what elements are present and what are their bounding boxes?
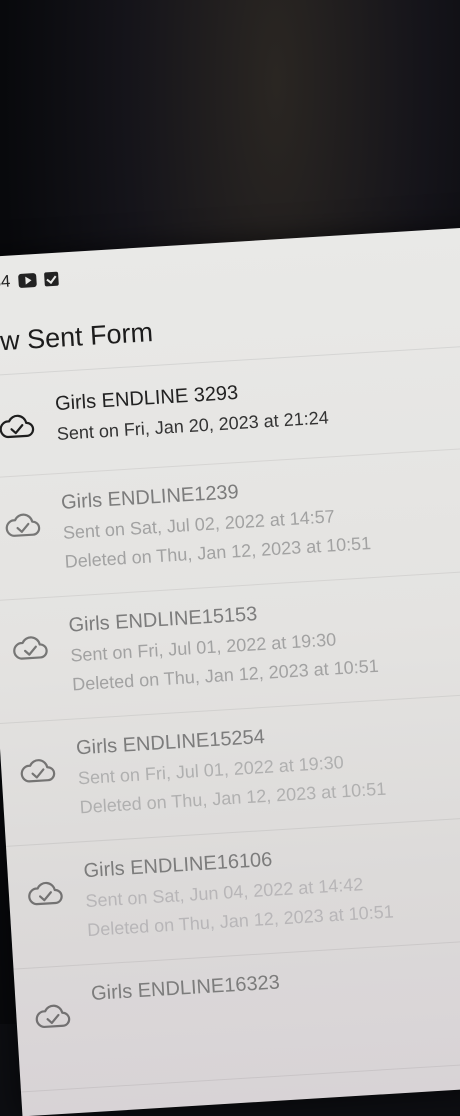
cloud-check-icon [13, 636, 48, 660]
list-item-text: Girls ENDLINE 3293 Sent on Fri, Jan 20, … [54, 376, 329, 453]
youtube-icon [17, 273, 37, 289]
check-square-icon [43, 271, 59, 287]
cloud-check-icon [35, 1004, 71, 1029]
status-bar: 34 [0, 265, 59, 298]
list-item-text: Girls ENDLINE15254 Sent on Fri, Jul 01, … [75, 719, 387, 827]
cloud-check-icon [28, 881, 63, 906]
cloud-check-icon [5, 513, 41, 537]
sent-forms-list: Girls ENDLINE 3293 Sent on Fri, Jan 20, … [0, 346, 460, 1093]
list-item-text: Girls ENDLINE1239 Sent on Sat, Jul 02, 2… [60, 473, 372, 581]
status-time: 34 [0, 271, 11, 292]
cloud-check-icon [0, 414, 35, 439]
form-title: Girls ENDLINE16323 [90, 971, 281, 1005]
cloud-check-icon [20, 759, 56, 783]
phone-screen: 34 ew Sent Form Girls ENDLINE 3293 Sent … [0, 225, 460, 1116]
list-item-text: Girls ENDLINE15153 Sent on Fri, Jul 01, … [68, 596, 380, 704]
list-item-text: Girls ENDLINE16106 Sent on Sat, Jun 04, … [83, 841, 395, 949]
page-title: ew Sent Form [0, 316, 154, 358]
list-item-text: Girls ENDLINE16323 [90, 971, 281, 1013]
